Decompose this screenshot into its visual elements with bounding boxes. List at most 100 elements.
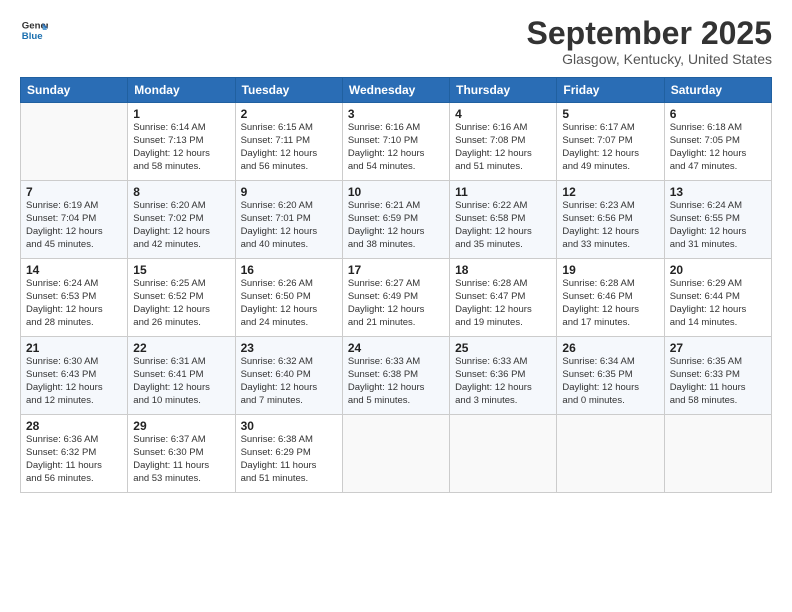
- calendar-cell: 11Sunrise: 6:22 AM Sunset: 6:58 PM Dayli…: [450, 181, 557, 259]
- day-info: Sunrise: 6:31 AM Sunset: 6:41 PM Dayligh…: [133, 356, 229, 407]
- calendar-cell: 16Sunrise: 6:26 AM Sunset: 6:50 PM Dayli…: [235, 259, 342, 337]
- day-number: 25: [455, 341, 551, 355]
- svg-text:Blue: Blue: [22, 31, 43, 42]
- weekday-tuesday: Tuesday: [235, 78, 342, 103]
- day-info: Sunrise: 6:24 AM Sunset: 6:53 PM Dayligh…: [26, 278, 122, 329]
- day-number: 14: [26, 263, 122, 277]
- weekday-thursday: Thursday: [450, 78, 557, 103]
- day-info: Sunrise: 6:33 AM Sunset: 6:38 PM Dayligh…: [348, 356, 444, 407]
- calendar-cell: 5Sunrise: 6:17 AM Sunset: 7:07 PM Daylig…: [557, 103, 664, 181]
- calendar-cell: 29Sunrise: 6:37 AM Sunset: 6:30 PM Dayli…: [128, 415, 235, 493]
- day-number: 19: [562, 263, 658, 277]
- day-number: 9: [241, 185, 337, 199]
- day-number: 30: [241, 419, 337, 433]
- day-number: 29: [133, 419, 229, 433]
- day-number: 20: [670, 263, 766, 277]
- day-info: Sunrise: 6:20 AM Sunset: 7:02 PM Dayligh…: [133, 200, 229, 251]
- day-info: Sunrise: 6:25 AM Sunset: 6:52 PM Dayligh…: [133, 278, 229, 329]
- week-row-3: 14Sunrise: 6:24 AM Sunset: 6:53 PM Dayli…: [21, 259, 772, 337]
- day-number: 22: [133, 341, 229, 355]
- day-info: Sunrise: 6:22 AM Sunset: 6:58 PM Dayligh…: [455, 200, 551, 251]
- calendar-cell: 6Sunrise: 6:18 AM Sunset: 7:05 PM Daylig…: [664, 103, 771, 181]
- calendar-cell: 12Sunrise: 6:23 AM Sunset: 6:56 PM Dayli…: [557, 181, 664, 259]
- calendar-cell: 4Sunrise: 6:16 AM Sunset: 7:08 PM Daylig…: [450, 103, 557, 181]
- day-info: Sunrise: 6:16 AM Sunset: 7:10 PM Dayligh…: [348, 122, 444, 173]
- day-number: 26: [562, 341, 658, 355]
- week-row-4: 21Sunrise: 6:30 AM Sunset: 6:43 PM Dayli…: [21, 337, 772, 415]
- title-block: September 2025 Glasgow, Kentucky, United…: [527, 16, 772, 67]
- calendar-cell: 30Sunrise: 6:38 AM Sunset: 6:29 PM Dayli…: [235, 415, 342, 493]
- day-number: 12: [562, 185, 658, 199]
- calendar-cell: 19Sunrise: 6:28 AM Sunset: 6:46 PM Dayli…: [557, 259, 664, 337]
- calendar-cell: 15Sunrise: 6:25 AM Sunset: 6:52 PM Dayli…: [128, 259, 235, 337]
- day-number: 4: [455, 107, 551, 121]
- week-row-2: 7Sunrise: 6:19 AM Sunset: 7:04 PM Daylig…: [21, 181, 772, 259]
- calendar-cell: [342, 415, 449, 493]
- calendar-cell: 8Sunrise: 6:20 AM Sunset: 7:02 PM Daylig…: [128, 181, 235, 259]
- location: Glasgow, Kentucky, United States: [527, 51, 772, 67]
- day-info: Sunrise: 6:15 AM Sunset: 7:11 PM Dayligh…: [241, 122, 337, 173]
- day-number: 21: [26, 341, 122, 355]
- day-number: 7: [26, 185, 122, 199]
- calendar-table: SundayMondayTuesdayWednesdayThursdayFrid…: [20, 77, 772, 493]
- day-info: Sunrise: 6:26 AM Sunset: 6:50 PM Dayligh…: [241, 278, 337, 329]
- day-info: Sunrise: 6:34 AM Sunset: 6:35 PM Dayligh…: [562, 356, 658, 407]
- day-number: 23: [241, 341, 337, 355]
- header: General Blue September 2025 Glasgow, Ken…: [20, 16, 772, 67]
- calendar-cell: 9Sunrise: 6:20 AM Sunset: 7:01 PM Daylig…: [235, 181, 342, 259]
- calendar-cell: [450, 415, 557, 493]
- day-info: Sunrise: 6:16 AM Sunset: 7:08 PM Dayligh…: [455, 122, 551, 173]
- calendar-cell: 23Sunrise: 6:32 AM Sunset: 6:40 PM Dayli…: [235, 337, 342, 415]
- day-number: 18: [455, 263, 551, 277]
- calendar-cell: [21, 103, 128, 181]
- day-info: Sunrise: 6:32 AM Sunset: 6:40 PM Dayligh…: [241, 356, 337, 407]
- calendar-cell: 10Sunrise: 6:21 AM Sunset: 6:59 PM Dayli…: [342, 181, 449, 259]
- day-info: Sunrise: 6:17 AM Sunset: 7:07 PM Dayligh…: [562, 122, 658, 173]
- day-number: 13: [670, 185, 766, 199]
- calendar-cell: 14Sunrise: 6:24 AM Sunset: 6:53 PM Dayli…: [21, 259, 128, 337]
- day-number: 3: [348, 107, 444, 121]
- weekday-wednesday: Wednesday: [342, 78, 449, 103]
- day-info: Sunrise: 6:24 AM Sunset: 6:55 PM Dayligh…: [670, 200, 766, 251]
- day-number: 24: [348, 341, 444, 355]
- calendar-cell: 24Sunrise: 6:33 AM Sunset: 6:38 PM Dayli…: [342, 337, 449, 415]
- logo-icon: General Blue: [20, 16, 48, 44]
- day-number: 2: [241, 107, 337, 121]
- day-number: 28: [26, 419, 122, 433]
- day-number: 17: [348, 263, 444, 277]
- week-row-1: 1Sunrise: 6:14 AM Sunset: 7:13 PM Daylig…: [21, 103, 772, 181]
- weekday-saturday: Saturday: [664, 78, 771, 103]
- day-info: Sunrise: 6:27 AM Sunset: 6:49 PM Dayligh…: [348, 278, 444, 329]
- calendar-cell: 26Sunrise: 6:34 AM Sunset: 6:35 PM Dayli…: [557, 337, 664, 415]
- calendar-cell: 20Sunrise: 6:29 AM Sunset: 6:44 PM Dayli…: [664, 259, 771, 337]
- calendar-cell: 17Sunrise: 6:27 AM Sunset: 6:49 PM Dayli…: [342, 259, 449, 337]
- month-title: September 2025: [527, 16, 772, 51]
- day-info: Sunrise: 6:18 AM Sunset: 7:05 PM Dayligh…: [670, 122, 766, 173]
- calendar-cell: 1Sunrise: 6:14 AM Sunset: 7:13 PM Daylig…: [128, 103, 235, 181]
- calendar-cell: 22Sunrise: 6:31 AM Sunset: 6:41 PM Dayli…: [128, 337, 235, 415]
- calendar-cell: 28Sunrise: 6:36 AM Sunset: 6:32 PM Dayli…: [21, 415, 128, 493]
- day-number: 16: [241, 263, 337, 277]
- logo: General Blue: [20, 16, 48, 44]
- calendar-cell: 25Sunrise: 6:33 AM Sunset: 6:36 PM Dayli…: [450, 337, 557, 415]
- day-info: Sunrise: 6:20 AM Sunset: 7:01 PM Dayligh…: [241, 200, 337, 251]
- weekday-monday: Monday: [128, 78, 235, 103]
- calendar-cell: 2Sunrise: 6:15 AM Sunset: 7:11 PM Daylig…: [235, 103, 342, 181]
- weekday-sunday: Sunday: [21, 78, 128, 103]
- day-number: 27: [670, 341, 766, 355]
- day-info: Sunrise: 6:19 AM Sunset: 7:04 PM Dayligh…: [26, 200, 122, 251]
- day-info: Sunrise: 6:38 AM Sunset: 6:29 PM Dayligh…: [241, 434, 337, 485]
- day-info: Sunrise: 6:23 AM Sunset: 6:56 PM Dayligh…: [562, 200, 658, 251]
- calendar-cell: [557, 415, 664, 493]
- day-info: Sunrise: 6:14 AM Sunset: 7:13 PM Dayligh…: [133, 122, 229, 173]
- calendar-cell: 27Sunrise: 6:35 AM Sunset: 6:33 PM Dayli…: [664, 337, 771, 415]
- day-number: 15: [133, 263, 229, 277]
- calendar-cell: 3Sunrise: 6:16 AM Sunset: 7:10 PM Daylig…: [342, 103, 449, 181]
- day-info: Sunrise: 6:28 AM Sunset: 6:46 PM Dayligh…: [562, 278, 658, 329]
- day-info: Sunrise: 6:30 AM Sunset: 6:43 PM Dayligh…: [26, 356, 122, 407]
- week-row-5: 28Sunrise: 6:36 AM Sunset: 6:32 PM Dayli…: [21, 415, 772, 493]
- weekday-friday: Friday: [557, 78, 664, 103]
- page: General Blue September 2025 Glasgow, Ken…: [0, 0, 792, 612]
- day-number: 6: [670, 107, 766, 121]
- calendar-cell: [664, 415, 771, 493]
